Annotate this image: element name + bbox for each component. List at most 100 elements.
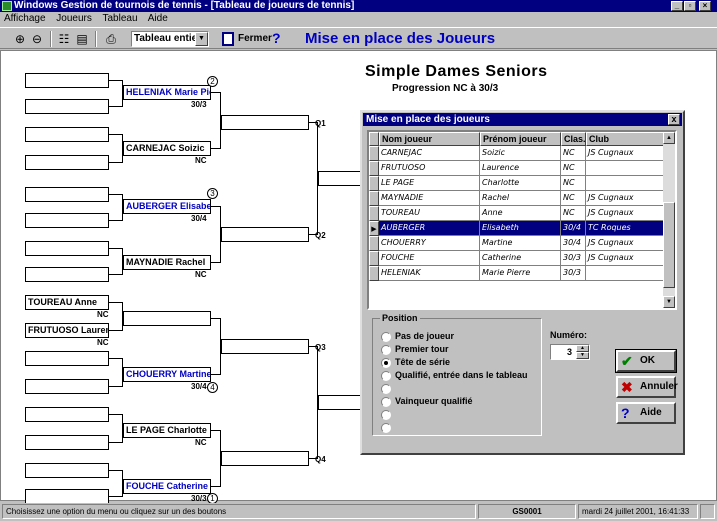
row-indicator[interactable] (369, 191, 379, 206)
player-row[interactable]: CHOUERRY Martine 30/4 JS Cugnaux (369, 236, 667, 251)
player-list-icon[interactable]: ▤ (74, 31, 90, 47)
cell-clas[interactable]: NC (561, 146, 586, 161)
bracket-slot-auberger[interactable]: AUBERGER Elisabeth (123, 199, 211, 214)
close-button[interactable]: Fermer (222, 31, 272, 47)
cell-club[interactable]: JS Cugnaux (586, 191, 667, 206)
bracket-slot-empty[interactable] (25, 99, 109, 114)
bracket-slot-fouche[interactable]: FOUCHE Catherine (123, 479, 211, 494)
cell-prenom[interactable]: Catherine (480, 251, 561, 266)
bracket-slot-q4[interactable] (221, 451, 309, 466)
row-indicator[interactable]: ▶ (369, 221, 379, 236)
cell-nom[interactable]: CARNEJAC (379, 146, 480, 161)
cell-club[interactable] (586, 266, 667, 281)
bracket-slot-lepage[interactable]: LE PAGE Charlotte (123, 423, 211, 438)
grid-scrollbar[interactable]: ▲ ▼ (663, 132, 675, 308)
cell-nom[interactable]: HELENIAK (379, 266, 480, 281)
cell-nom[interactable]: FOUCHE (379, 251, 480, 266)
cell-nom[interactable]: MAYNADIE (379, 191, 480, 206)
bracket-slot-empty[interactable] (25, 267, 109, 282)
cell-prenom[interactable]: Soizic (480, 146, 561, 161)
bracket-slot-empty[interactable] (123, 311, 211, 326)
close-window-button[interactable]: × (699, 1, 711, 11)
player-row[interactable]: ▶ AUBERGER Elisabeth 30/4 TC Roques (369, 221, 667, 236)
bracket-slot-empty[interactable] (25, 241, 109, 256)
bracket-slot-empty[interactable] (25, 213, 109, 228)
bracket-slot-empty[interactable] (25, 379, 109, 394)
spin-up-icon[interactable]: ▲ (576, 345, 589, 352)
bracket-slot-empty[interactable] (25, 73, 109, 88)
radio-button[interactable] (381, 332, 391, 342)
radio-button[interactable] (381, 358, 391, 368)
position-radio-option[interactable]: Vainqueur qualifié (381, 396, 473, 408)
position-radio-option[interactable] (381, 409, 395, 421)
radio-button[interactable] (381, 397, 391, 407)
position-radio-option[interactable]: Tête de série (381, 357, 450, 369)
bracket-slot-empty[interactable] (25, 489, 109, 504)
bracket-slot-maynadie[interactable]: MAYNADIE Rachel (123, 255, 211, 270)
bracket-slot-empty[interactable] (25, 463, 109, 478)
cell-clas[interactable]: 30/4 (561, 236, 586, 251)
row-indicator[interactable] (369, 251, 379, 266)
cell-nom[interactable]: LE PAGE (379, 176, 480, 191)
help-button[interactable]: ? Aide (616, 402, 676, 424)
bracket-slot-q2[interactable] (221, 227, 309, 242)
row-indicator[interactable] (369, 146, 379, 161)
player-row[interactable]: TOUREAU Anne NC JS Cugnaux (369, 206, 667, 221)
row-indicator[interactable] (369, 206, 379, 221)
minimize-button[interactable]: _ (671, 1, 683, 11)
radio-button[interactable] (381, 345, 391, 355)
cell-prenom[interactable]: Martine (480, 236, 561, 251)
tree-icon[interactable]: ☷ (56, 31, 72, 47)
bracket-slot-carnejac[interactable]: CARNEJAC Soizic (123, 141, 211, 156)
cell-club[interactable] (586, 176, 667, 191)
row-indicator[interactable] (369, 161, 379, 176)
player-grid[interactable]: Nom joueur Prénom joueur Clas. Club CARN… (367, 130, 677, 310)
cell-prenom[interactable]: Charlotte (480, 176, 561, 191)
bracket-slot-heleniak[interactable]: HELENIAK Marie Pierr (123, 85, 211, 100)
bracket-slot-empty[interactable] (25, 351, 109, 366)
bracket-slot-q1[interactable] (221, 115, 309, 130)
cell-prenom[interactable]: Marie Pierre (480, 266, 561, 281)
chevron-down-icon[interactable]: ▼ (195, 32, 208, 46)
row-indicator[interactable] (369, 176, 379, 191)
player-row[interactable]: LE PAGE Charlotte NC (369, 176, 667, 191)
scroll-thumb[interactable] (663, 202, 675, 288)
scroll-up-icon[interactable]: ▲ (663, 132, 675, 144)
cell-nom[interactable]: TOUREAU (379, 206, 480, 221)
bracket-slot-empty[interactable] (25, 407, 109, 422)
bracket-slot-toureau[interactable]: TOUREAU Anne (25, 295, 109, 310)
grid-header-club[interactable]: Club (586, 132, 667, 146)
cell-prenom[interactable]: Elisabeth (480, 221, 561, 236)
player-row[interactable]: HELENIAK Marie Pierre 30/3 (369, 266, 667, 281)
cell-clas[interactable]: NC (561, 176, 586, 191)
menu-aide[interactable]: Aide (148, 13, 168, 24)
bracket-slot-empty[interactable] (25, 435, 109, 450)
dialog-close-button[interactable]: x (668, 114, 680, 125)
cell-clas[interactable]: 30/4 (561, 221, 586, 236)
player-row[interactable]: CARNEJAC Soizic NC JS Cugnaux (369, 146, 667, 161)
size-grip-icon[interactable] (700, 504, 715, 519)
cell-clas[interactable]: NC (561, 191, 586, 206)
bracket-slot-empty[interactable] (25, 155, 109, 170)
zoom-out-icon[interactable]: ⊖ (29, 31, 45, 47)
cell-club[interactable] (586, 161, 667, 176)
position-radio-option[interactable]: Premier tour (381, 344, 449, 356)
player-row[interactable]: FRUTUOSO Laurence NC (369, 161, 667, 176)
cell-prenom[interactable]: Laurence (480, 161, 561, 176)
scroll-down-icon[interactable]: ▼ (663, 296, 675, 308)
view-select[interactable]: Tableau entier ▼ (131, 31, 209, 47)
position-radio-option[interactable] (381, 383, 395, 395)
grid-header-clas[interactable]: Clas. (561, 132, 586, 146)
radio-button[interactable] (381, 371, 391, 381)
cell-prenom[interactable]: Rachel (480, 191, 561, 206)
position-radio-option[interactable] (381, 422, 395, 434)
grid-header-nom[interactable]: Nom joueur (379, 132, 480, 146)
menu-tableau[interactable]: Tableau (102, 13, 137, 24)
position-radio-option[interactable]: Qualifié, entrée dans le tableau (381, 370, 528, 382)
row-indicator[interactable] (369, 266, 379, 281)
row-indicator[interactable] (369, 236, 379, 251)
cell-club[interactable]: JS Cugnaux (586, 251, 667, 266)
radio-button[interactable] (381, 410, 391, 420)
cell-clas[interactable]: NC (561, 161, 586, 176)
bracket-slot-frutuoso[interactable]: FRUTUOSO Laurence (25, 323, 109, 338)
